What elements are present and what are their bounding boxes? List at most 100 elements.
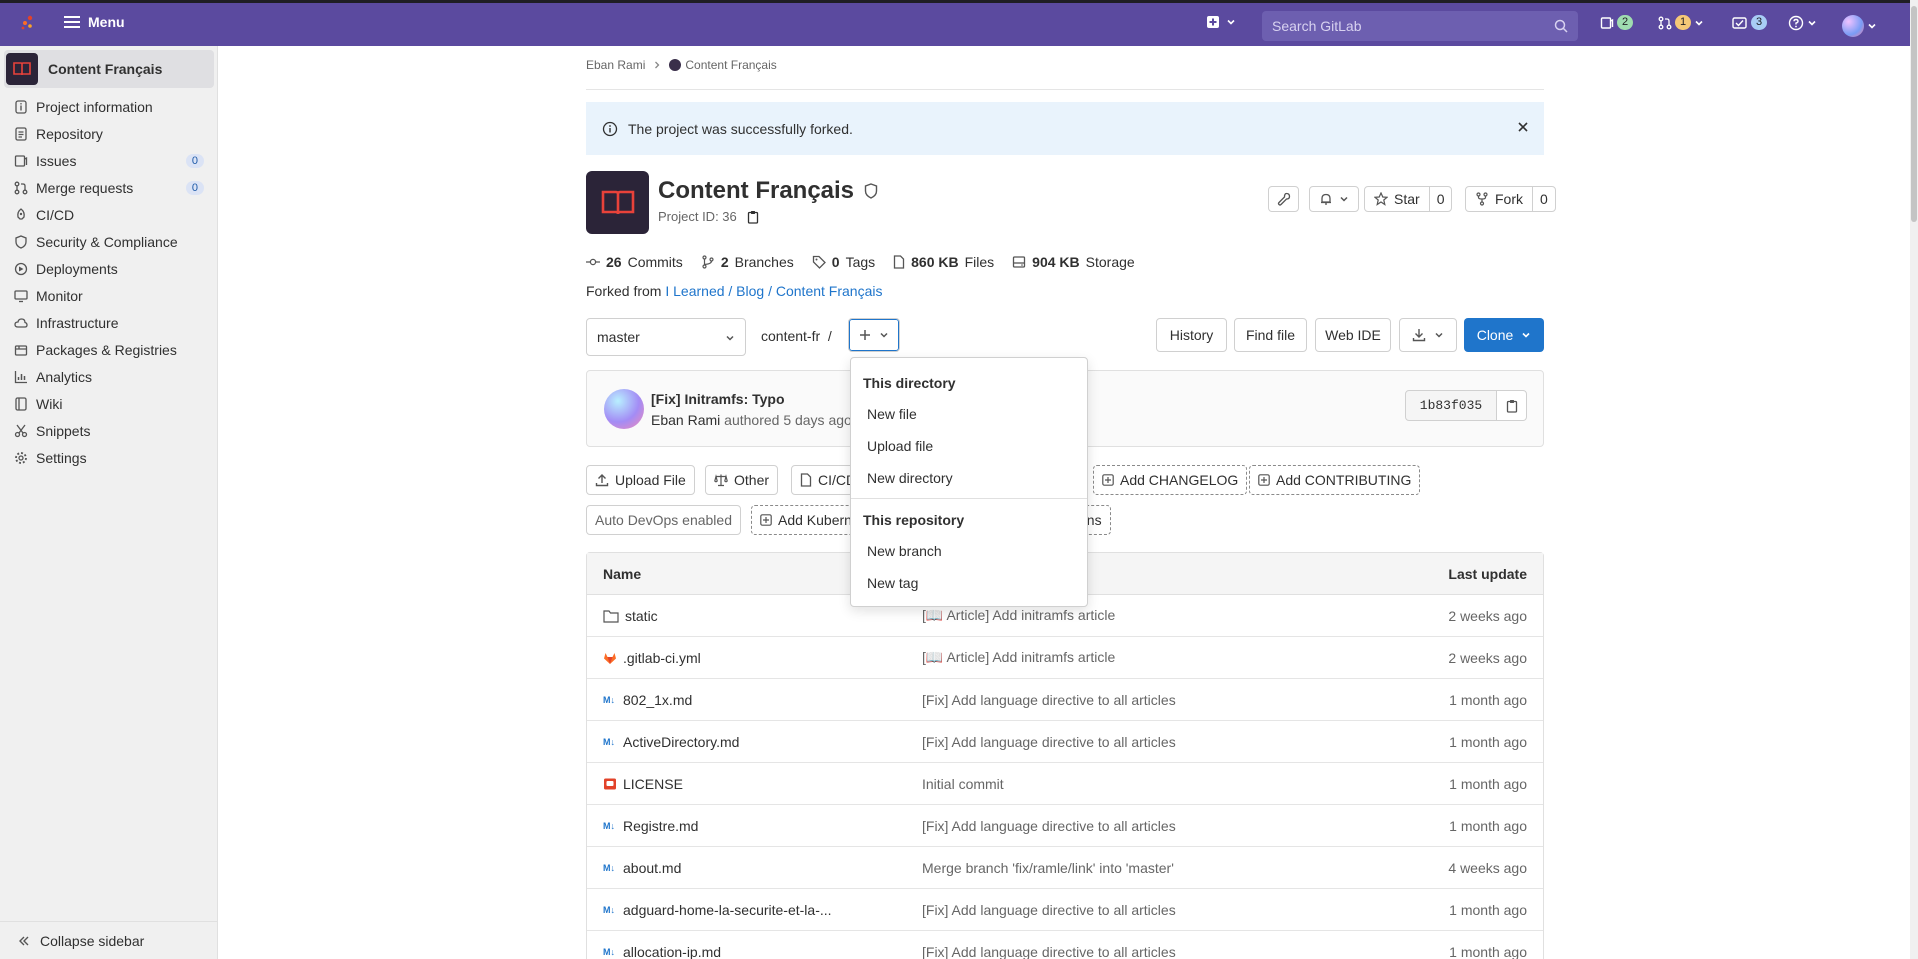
chevron-down-icon — [1434, 330, 1444, 340]
branch-selector[interactable]: master — [586, 318, 746, 356]
breadcrumb-user[interactable]: Eban Rami — [586, 58, 645, 72]
file-name-link[interactable]: Registre.md — [623, 818, 698, 834]
add-kubernetes-label: Add Kubern — [778, 512, 852, 528]
close-icon[interactable] — [1516, 120, 1530, 134]
table-row[interactable]: M↓ adguard-home-la-securite-et-la-... [Fi… — [587, 889, 1543, 931]
new-dropdown-button[interactable] — [1206, 15, 1236, 29]
breadcrumb-project[interactable]: Content Français — [685, 58, 776, 72]
menu-item-upload-file[interactable]: Upload file — [867, 438, 933, 454]
commit-title[interactable]: [Fix] Initramfs: Typo — [651, 391, 785, 407]
doc-icon — [14, 126, 28, 141]
commit-message-link[interactable]: [Fix] Add language directive to all arti… — [922, 692, 1176, 708]
sidebar-item-settings[interactable]: Settings — [0, 441, 218, 474]
commit-author[interactable]: Eban Rami — [651, 412, 720, 428]
search-box[interactable] — [1262, 11, 1578, 41]
scrollbar-thumb[interactable] — [1911, 6, 1917, 222]
file-name-link[interactable]: .gitlab-ci.yml — [623, 650, 701, 666]
file-name-link[interactable]: allocation-ip.md — [623, 944, 721, 959]
commit-author-avatar[interactable] — [604, 389, 644, 429]
shield-icon — [14, 234, 28, 249]
forked-from-link[interactable]: I Learned / Blog / Content Français — [665, 283, 882, 299]
menu-item-new-directory[interactable]: New directory — [867, 470, 953, 486]
fork-label: Fork — [1495, 191, 1523, 207]
web-ide-button[interactable]: Web IDE — [1315, 318, 1391, 352]
fork-button[interactable]: Fork 0 — [1465, 186, 1556, 212]
todos-nav-button[interactable]: 3 — [1732, 15, 1768, 30]
sidebar-item-label: Settings — [36, 449, 87, 466]
table-row[interactable]: M↓ Registre.md [Fix] Add language directi… — [587, 805, 1543, 847]
menu-item-new-branch[interactable]: New branch — [867, 543, 942, 559]
sidebar-item-label: Analytics — [36, 368, 93, 385]
notification-settings-button[interactable] — [1309, 186, 1359, 212]
commits-count: 26 — [606, 254, 622, 270]
dropdown-divider — [851, 498, 1087, 499]
history-button[interactable]: History — [1156, 318, 1227, 352]
license-other-button[interactable]: Other — [705, 465, 779, 495]
table-row[interactable]: M↓ 802_1x.md [Fix] Add language directive… — [587, 679, 1543, 721]
download-button[interactable] — [1399, 318, 1457, 352]
wrench-icon — [1277, 192, 1291, 206]
menu-button[interactable]: Menu — [64, 14, 125, 30]
issues-icon — [14, 154, 28, 168]
commits-stat[interactable]: 26 Commits — [586, 254, 683, 270]
star-action[interactable]: Star — [1365, 187, 1430, 211]
merge-request-icon — [14, 181, 28, 195]
file-name-link[interactable]: LICENSE — [623, 776, 683, 792]
add-contributing-button[interactable]: Add CONTRIBUTING — [1249, 465, 1421, 495]
fork-count[interactable]: 0 — [1533, 187, 1555, 211]
table-row[interactable]: .gitlab-ci.yml [📖 Article] Add initramfs… — [587, 637, 1543, 679]
fork-action[interactable]: Fork — [1466, 187, 1533, 211]
file-name-link[interactable]: ActiveDirectory.md — [623, 734, 739, 750]
commit-message-link[interactable]: Initial commit — [922, 776, 1004, 792]
table-row[interactable]: M↓ ActiveDirectory.md [Fix] Add language … — [587, 721, 1543, 763]
help-button[interactable] — [1788, 15, 1817, 31]
star-count[interactable]: 0 — [1430, 187, 1452, 211]
add-to-tree-button[interactable] — [848, 318, 900, 352]
file-name-link[interactable]: 802_1x.md — [623, 692, 692, 708]
license-icon — [603, 777, 617, 791]
add-changelog-button[interactable]: Add CHANGELOG — [1093, 465, 1248, 495]
tags-stat[interactable]: 0 Tags — [812, 254, 875, 270]
menu-item-new-tag[interactable]: New tag — [867, 575, 918, 591]
auto-devops-button[interactable]: Auto DevOps enabled — [586, 505, 741, 535]
user-menu-button[interactable] — [1842, 15, 1877, 37]
file-name-link[interactable]: adguard-home-la-securite-et-la-... — [623, 902, 832, 918]
table-row[interactable]: M↓ allocation-ip.md [Fix] Add language di… — [587, 931, 1543, 959]
repo-path[interactable]: content-fr / — [761, 328, 832, 344]
commit-message-link[interactable]: Merge branch 'fix/ramle/link' into 'mast… — [922, 860, 1174, 876]
copy-icon[interactable] — [747, 210, 759, 224]
table-row[interactable]: M↓ about.md Merge branch 'fix/ramle/link'… — [587, 847, 1543, 889]
commit-message-link[interactable]: [📖 Article] Add initramfs article — [922, 607, 1115, 624]
storage-stat[interactable]: 904 KB Storage — [1012, 254, 1135, 270]
star-button[interactable]: Star 0 — [1364, 186, 1453, 212]
commit-sha[interactable]: 1b83f035 — [1405, 390, 1497, 421]
last-update: 1 month ago — [1449, 943, 1527, 959]
commit-message-link[interactable]: [Fix] Add language directive to all arti… — [922, 818, 1176, 834]
commit-message-link[interactable]: [Fix] Add language directive to all arti… — [922, 734, 1176, 750]
tags-label: Tags — [845, 254, 876, 270]
files-stat[interactable]: 860 KB Files — [893, 254, 994, 270]
file-name-link[interactable]: about.md — [623, 860, 681, 876]
upload-file-quick-button[interactable]: Upload File — [586, 465, 695, 495]
clone-button[interactable]: Clone — [1464, 318, 1544, 352]
issues-nav-button[interactable]: 2 — [1600, 15, 1634, 30]
search-input[interactable] — [1272, 18, 1554, 34]
branches-stat[interactable]: 2 Branches — [701, 254, 794, 270]
merge-requests-nav-button[interactable]: 1 — [1658, 15, 1704, 30]
commit-message-link[interactable]: [Fix] Add language directive to all arti… — [922, 902, 1176, 918]
page-scrollbar[interactable] — [1910, 0, 1918, 959]
copy-sha-button[interactable] — [1496, 390, 1527, 421]
table-row[interactable]: LICENSE Initial commit 1 month ago — [587, 763, 1543, 805]
gitlab-logo-icon[interactable] — [20, 15, 36, 31]
file-name-link[interactable]: static — [625, 608, 658, 624]
commit-message-link[interactable]: [Fix] Add language directive to all arti… — [922, 944, 1176, 959]
find-file-button[interactable]: Find file — [1234, 318, 1307, 352]
sidebar-item-label: Merge requests — [36, 179, 134, 196]
menu-item-new-file[interactable]: New file — [867, 406, 917, 422]
sidebar-item-label: Monitor — [36, 287, 83, 304]
admin-settings-button[interactable] — [1268, 186, 1299, 212]
scale-icon — [714, 473, 728, 487]
sidebar-project-header[interactable]: Content Français — [4, 50, 214, 88]
collapse-sidebar-button[interactable]: Collapse sidebar — [0, 921, 218, 959]
commit-message-link[interactable]: [📖 Article] Add initramfs article — [922, 649, 1115, 666]
